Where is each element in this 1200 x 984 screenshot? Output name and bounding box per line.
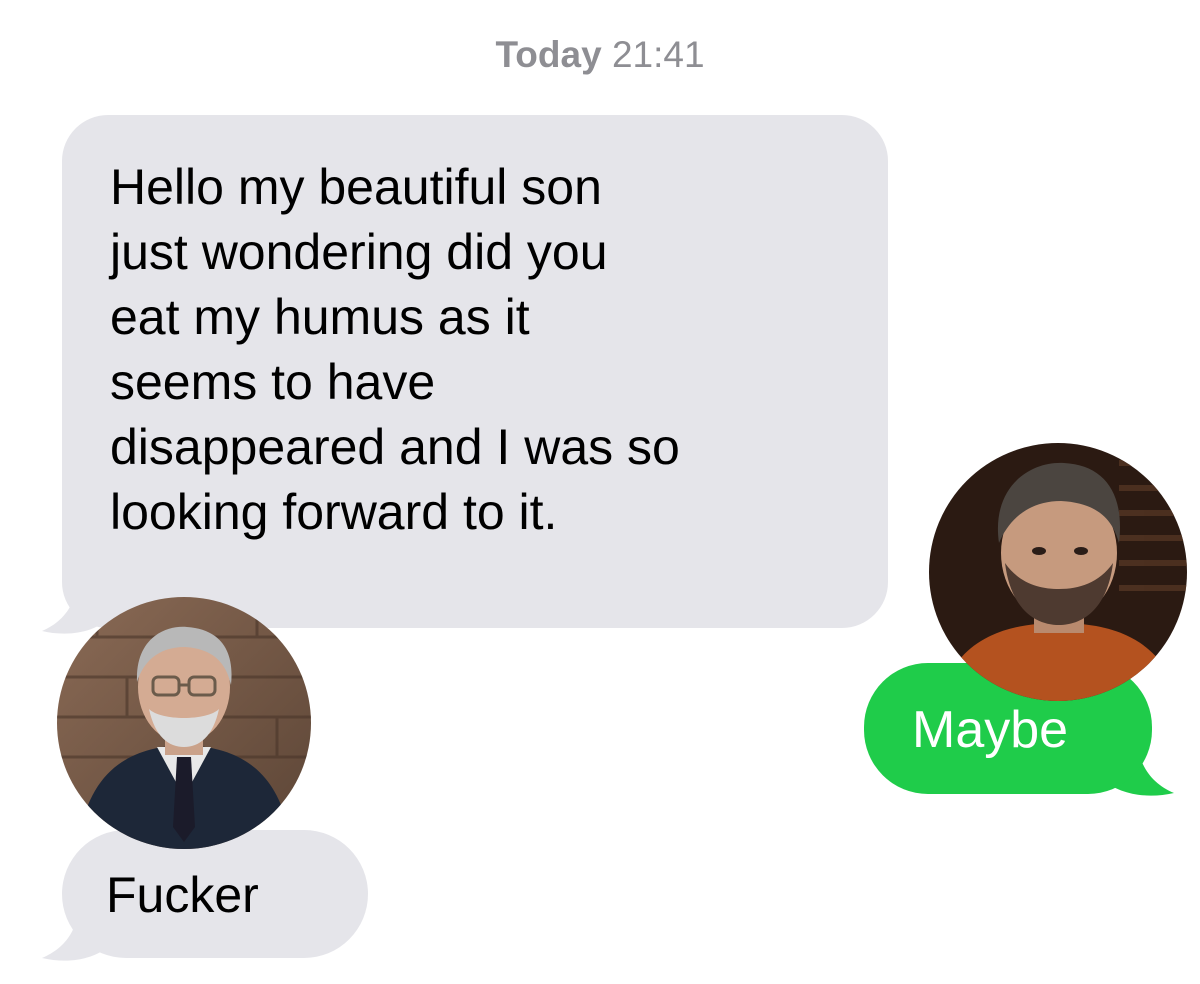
message-body: Hello my beautiful son just wondering di…	[62, 115, 888, 628]
message-text: Fucker	[106, 867, 259, 923]
avatar-older-man-photo	[57, 597, 311, 849]
incoming-message-bubble[interactable]: Fucker	[42, 830, 372, 961]
timestamp: Today 21:41	[0, 34, 1200, 76]
incoming-message-bubble[interactable]: Hello my beautiful son just wondering di…	[42, 115, 888, 634]
message-text: Hello my beautiful son just wondering di…	[110, 159, 680, 540]
message-body: Fucker	[62, 830, 368, 958]
timestamp-time: 21:41	[611, 34, 705, 75]
avatar-bearded-man-photo	[929, 443, 1187, 701]
timestamp-day: Today	[495, 34, 602, 75]
message-text: Maybe	[912, 701, 1069, 759]
